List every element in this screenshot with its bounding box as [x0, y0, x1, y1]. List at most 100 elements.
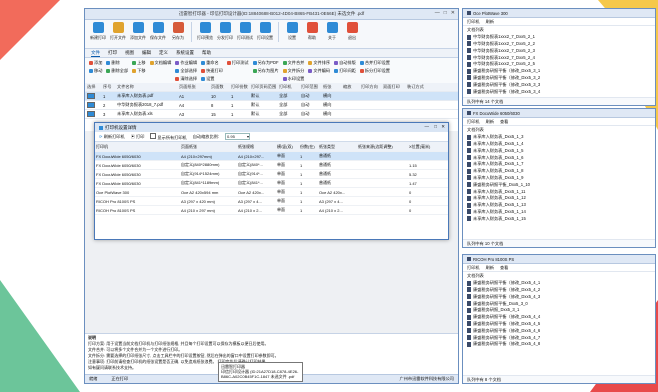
list-item[interactable]: 康盛税务研报平衡_Dxx5_1_10: [467, 181, 651, 188]
list-item[interactable]: 未享库入财务表_Dxx5_1_14: [467, 209, 651, 216]
list-item[interactable]: 中华财务报表1xxx2_7_Dxx5_2_5: [467, 61, 651, 68]
printer-table-header-cell[interactable]: 横/竖(双): [276, 144, 299, 150]
ribbon-button[interactable]: 文件拆分: [282, 68, 304, 74]
ribbon-button[interactable]: 下移: [132, 68, 146, 74]
table-row[interactable]: 2 中华财务报表2018_7.pdf A4 8 1 默认 全部 自动 横向: [85, 101, 458, 110]
scale-select[interactable]: 0.95 ▾: [225, 133, 251, 140]
list-item[interactable]: 康盛税务研报平衡（修改_Dxx5_4_7: [467, 334, 651, 341]
toolbar-button-10[interactable]: 帮助: [303, 22, 321, 41]
ribbon-button[interactable]: 打印测试: [226, 60, 249, 66]
ribbon-button[interactable]: 设置: [201, 76, 223, 82]
list-item[interactable]: 康盛税务研报平衡（修改_Dxx5_4_6: [467, 327, 651, 334]
dialog-maximize-icon[interactable]: □: [434, 124, 437, 129]
toolbar-button-3[interactable]: 保存文件: [149, 22, 167, 41]
show-all-printers-checkbox[interactable]: 显示所有打印机: [150, 132, 187, 141]
toolbar-button-7[interactable]: 打印测试: [236, 22, 254, 41]
toolbar-button-1[interactable]: 打开文件: [109, 22, 127, 41]
minimize-icon[interactable]: —: [435, 10, 440, 16]
dialog-close-icon[interactable]: ✕: [441, 124, 445, 130]
grid-header-cell[interactable]: 纸张: [321, 84, 341, 90]
list-item[interactable]: 未享库入财务表_Dxx5_1_15: [467, 215, 651, 222]
printer-table-header-cell[interactable]: 纸张类型: [318, 144, 357, 150]
list-item[interactable]: 未享库入财务表_Dxx5_1_8: [467, 168, 651, 175]
tab-0[interactable]: 文件: [91, 50, 100, 57]
ribbon-button[interactable]: 水印设置: [282, 76, 304, 82]
grid-header-cell[interactable]: 双面打印: [381, 84, 405, 90]
ribbon-button[interactable]: 添加: [89, 60, 102, 66]
table-row[interactable]: FX DocuWide 6050/6030 自定义(914*1524mm) 自定义(…: [95, 170, 448, 179]
close-icon[interactable]: ✕: [451, 10, 455, 16]
ribbon-button[interactable]: 文件合并: [282, 60, 304, 66]
list-item[interactable]: 康盛税务研报平衡（修改_Dxx5_4_3: [467, 293, 651, 300]
tab-3[interactable]: 编辑: [142, 50, 151, 56]
toolbar-button-6[interactable]: 分发打印: [216, 22, 234, 41]
ribbon-button[interactable]: 删除: [106, 60, 128, 66]
row-checkbox[interactable]: [85, 101, 101, 109]
grid-header-cell[interactable]: 打印机: [277, 84, 299, 90]
tab-1[interactable]: 打印: [108, 50, 117, 56]
printer-table-header-cell[interactable]: X位置(毫米): [408, 144, 439, 150]
list-item[interactable]: 中华财务报表1xxx2_7_Dxx5_2_1: [467, 34, 651, 41]
grid-header-cell[interactable]: 选择: [85, 84, 101, 90]
list-item[interactable]: 中华财务报表1xxx2_7_Dxx5_2_4: [467, 54, 651, 61]
list-item[interactable]: 未享库入财务表_Dxx5_1_13: [467, 202, 651, 209]
list-item[interactable]: 康盛税务研报平衡（修改_Dxx5_3_1: [467, 68, 651, 75]
panel-menu-item[interactable]: 查看: [500, 119, 508, 125]
printer-table-header-cell[interactable]: 纸张规格: [237, 144, 276, 150]
table-row[interactable]: FX DocuWide 6050/6030 A4 (210×297mm) A4 (2…: [95, 152, 448, 161]
ribbon-button[interactable]: 清除选择: [175, 76, 197, 82]
list-item[interactable]: 中华财务报表1xxx2_7_Dxx5_2_3: [467, 47, 651, 54]
printer-table-header-cell[interactable]: 份数(在): [299, 144, 318, 150]
ribbon-button[interactable]: 快速打印: [201, 68, 223, 74]
ribbon-button[interactable]: 文件编码: [308, 68, 330, 74]
list-item[interactable]: 康盛税务研报平衡（修改_Dxx5_4_4: [467, 314, 651, 321]
ribbon-button[interactable]: 拆分打印设置: [359, 68, 390, 74]
ribbon-button[interactable]: 移动: [89, 68, 102, 74]
panel-menu-item[interactable]: 刷新: [486, 119, 494, 125]
ribbon-button[interactable]: 作业编辑: [175, 60, 197, 66]
refresh-printers-button[interactable]: ⟳ 刷新打印机: [99, 134, 125, 140]
table-row[interactable]: Oce PlotWave 300 Oce A2 420x594 mm Oce A2 …: [95, 188, 448, 197]
list-item[interactable]: 康盛税务研报平衡（修改_Dxx5_4_8: [467, 341, 651, 348]
ribbon-button[interactable]: 全部选择: [175, 68, 197, 74]
printer-table-header-cell[interactable]: 打印机: [95, 144, 180, 150]
ribbon-button[interactable]: 打印间距: [334, 68, 356, 74]
list-item[interactable]: 未享库入财务表_Dxx5_1_5: [467, 147, 651, 154]
panel-menu-item[interactable]: 刷新: [486, 265, 494, 271]
list-item[interactable]: 未享库入财务表_Dxx5_1_4: [467, 141, 651, 148]
ribbon-button[interactable]: 自动排版: [334, 60, 356, 66]
ribbon-button[interactable]: 重命名: [201, 60, 223, 66]
ribbon-button[interactable]: 合并打印设置: [359, 60, 390, 66]
toolbar-button-11[interactable]: 关于: [323, 22, 341, 41]
grid-header-cell[interactable]: 页面纸张: [177, 84, 209, 90]
toolbar-button-2[interactable]: 添加文件: [129, 22, 147, 41]
dialog-minimize-icon[interactable]: —: [425, 124, 430, 129]
ribbon-button[interactable]: 另存为PDF: [252, 60, 279, 66]
tab-5[interactable]: 系统设置: [176, 50, 194, 56]
grid-header-cell[interactable]: 打印方向: [359, 84, 381, 90]
ribbon-button[interactable]: 删除全部: [106, 68, 128, 74]
grid-header-cell[interactable]: 打印份数: [229, 84, 249, 90]
table-row[interactable]: RICOH Pro 8100S PS A3 (297 x 420 mm) A3 (2…: [95, 197, 448, 206]
list-item[interactable]: 康盛税务研报平衡（修改_Dxx5_4_2: [467, 287, 651, 294]
toolbar-button-12[interactable]: 退出: [343, 22, 361, 41]
grid-header-cell[interactable]: 缩放: [341, 84, 359, 90]
ribbon-button[interactable]: 文档编辑: [149, 60, 171, 66]
grid-header-cell[interactable]: 打印范围: [299, 84, 321, 90]
list-item[interactable]: 未享库入财务表_Dxx5_1_6: [467, 154, 651, 161]
tab-6[interactable]: 帮助: [202, 50, 211, 56]
list-item[interactable]: 未享库入财务表_Dxx5_1_9: [467, 175, 651, 182]
grid-header-cell[interactable]: 文件名称: [115, 84, 177, 90]
list-item[interactable]: 康盛税务研报_Dxx5_3_1: [467, 307, 651, 314]
panel-menu-item[interactable]: 刷新: [486, 19, 494, 25]
list-item[interactable]: 康盛税务研报平衡（修改_Dxx5_3_4: [467, 88, 651, 95]
list-item[interactable]: 康盛税务研报平衡（修改_Dxx5_3_3: [467, 81, 651, 88]
grid-header-cell[interactable]: 打印页码范围: [249, 84, 277, 90]
printer-table-header-cell[interactable]: 页面纸张: [180, 144, 237, 150]
table-row[interactable]: 1 未享库入财务表.pdf A1 10 1 默认 全部 自动 横向: [85, 92, 458, 101]
table-row[interactable]: FX DocuWide 6050/6030 自定义(841*1189mm) 自定义(…: [95, 179, 448, 188]
list-item[interactable]: 未享库入财务表_Dxx5_1_11: [467, 188, 651, 195]
ribbon-button[interactable]: 另存为图片: [252, 68, 279, 74]
grid-header-cell[interactable]: 页面数: [209, 84, 229, 90]
list-item[interactable]: 中华财务报表1xxx2_7_Dxx5_2_2: [467, 41, 651, 48]
